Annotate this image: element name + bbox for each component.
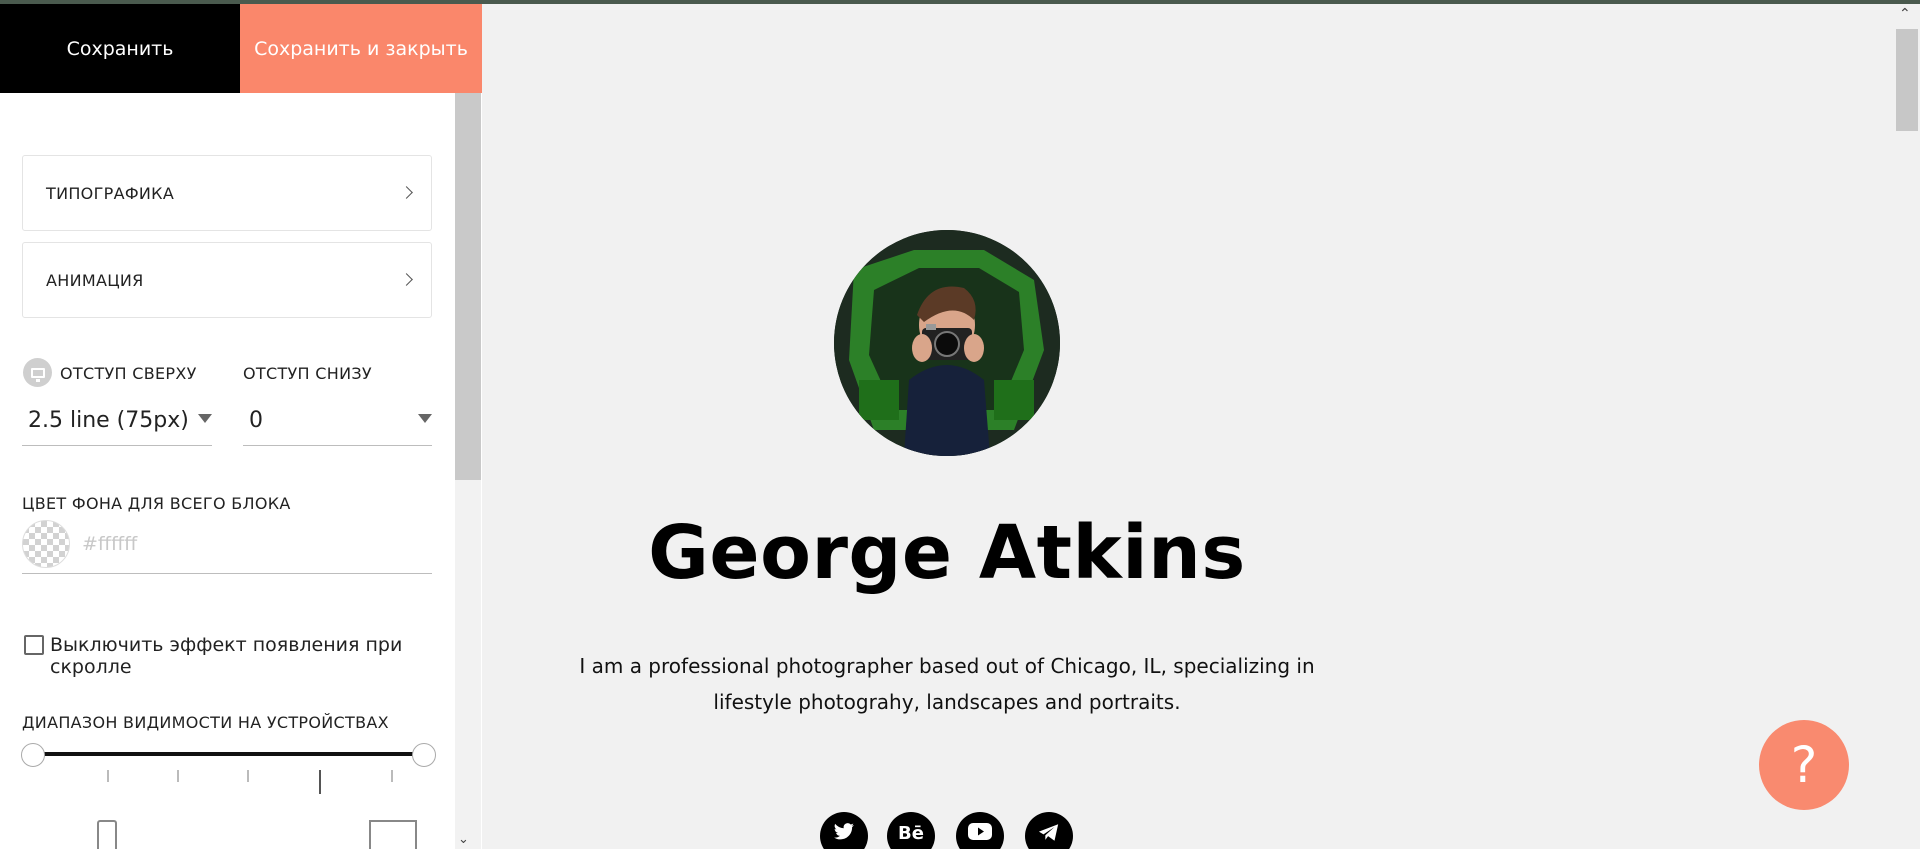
typography-label: ТИПОГРАФИКА <box>46 183 175 203</box>
profile-avatar <box>834 230 1060 456</box>
twitter-icon[interactable] <box>820 812 868 849</box>
chevron-right-icon <box>400 273 413 286</box>
range-tick <box>319 770 321 794</box>
save-button[interactable]: Сохранить <box>0 4 240 93</box>
desktop-device-icon[interactable] <box>23 358 52 387</box>
bg-color-input[interactable] <box>82 530 422 558</box>
bg-color-field <box>22 520 432 574</box>
photographer-photo <box>834 230 1060 456</box>
range-tick <box>177 770 179 782</box>
desktop-screen-icon[interactable] <box>369 820 417 849</box>
animation-label: АНИМАЦИЯ <box>46 270 144 290</box>
range-handle-min[interactable] <box>21 743 45 767</box>
padding-top-select[interactable]: 2.5 line (75px) <box>22 398 212 446</box>
profile-name: George Atkins <box>648 510 1246 596</box>
visibility-range-track[interactable] <box>34 752 424 756</box>
color-swatch[interactable] <box>22 520 70 568</box>
bg-color-label: ЦВЕТ ФОНА ДЛЯ ВСЕГО БЛОКА <box>22 494 291 513</box>
scroll-effect-checkbox[interactable] <box>24 635 44 655</box>
help-button[interactable]: ? <box>1759 720 1849 810</box>
animation-accordion[interactable]: АНИМАЦИЯ <box>22 242 432 318</box>
padding-bottom-select[interactable]: 0 <box>243 398 432 446</box>
chevron-right-icon <box>400 186 413 199</box>
window-top-strip <box>0 0 1920 4</box>
range-tick <box>107 770 109 782</box>
dropdown-arrow-icon <box>418 414 432 423</box>
settings-panel: Сохранить Сохранить и закрыть ТИПОГРАФИК… <box>0 0 482 849</box>
visibility-range-label: ДИАПАЗОН ВИДИМОСТИ НА УСТРОЙСТВАХ <box>22 713 389 732</box>
padding-top-value: 2.5 line (75px) <box>28 408 189 433</box>
scroll-down-arrow-icon[interactable]: ⌄ <box>458 832 469 847</box>
page-scrollbar-thumb[interactable] <box>1896 29 1918 131</box>
typography-accordion[interactable]: ТИПОГРАФИКА <box>22 155 432 231</box>
scroll-up-arrow-icon[interactable]: ⌃ <box>1899 6 1911 22</box>
dropdown-arrow-icon <box>198 414 212 423</box>
panel-scrollbar-thumb[interactable] <box>455 93 481 480</box>
youtube-icon[interactable] <box>956 812 1004 849</box>
range-tick <box>247 770 249 782</box>
save-and-close-button[interactable]: Сохранить и закрыть <box>240 4 482 93</box>
scroll-effect-label: Выключить эффект появления при скролле <box>50 634 403 678</box>
padding-bottom-value: 0 <box>249 408 263 433</box>
profile-bio: I am a professional photographer based o… <box>579 654 1315 714</box>
telegram-icon[interactable] <box>1025 812 1073 849</box>
behance-icon[interactable]: Bē <box>887 812 935 849</box>
padding-top-label: ОТСТУП СВЕРХУ <box>60 364 197 383</box>
range-handle-max[interactable] <box>412 743 436 767</box>
mobile-device-icon[interactable] <box>97 820 117 849</box>
padding-bottom-label: ОТСТУП СНИЗУ <box>243 364 372 383</box>
range-tick <box>391 770 393 782</box>
